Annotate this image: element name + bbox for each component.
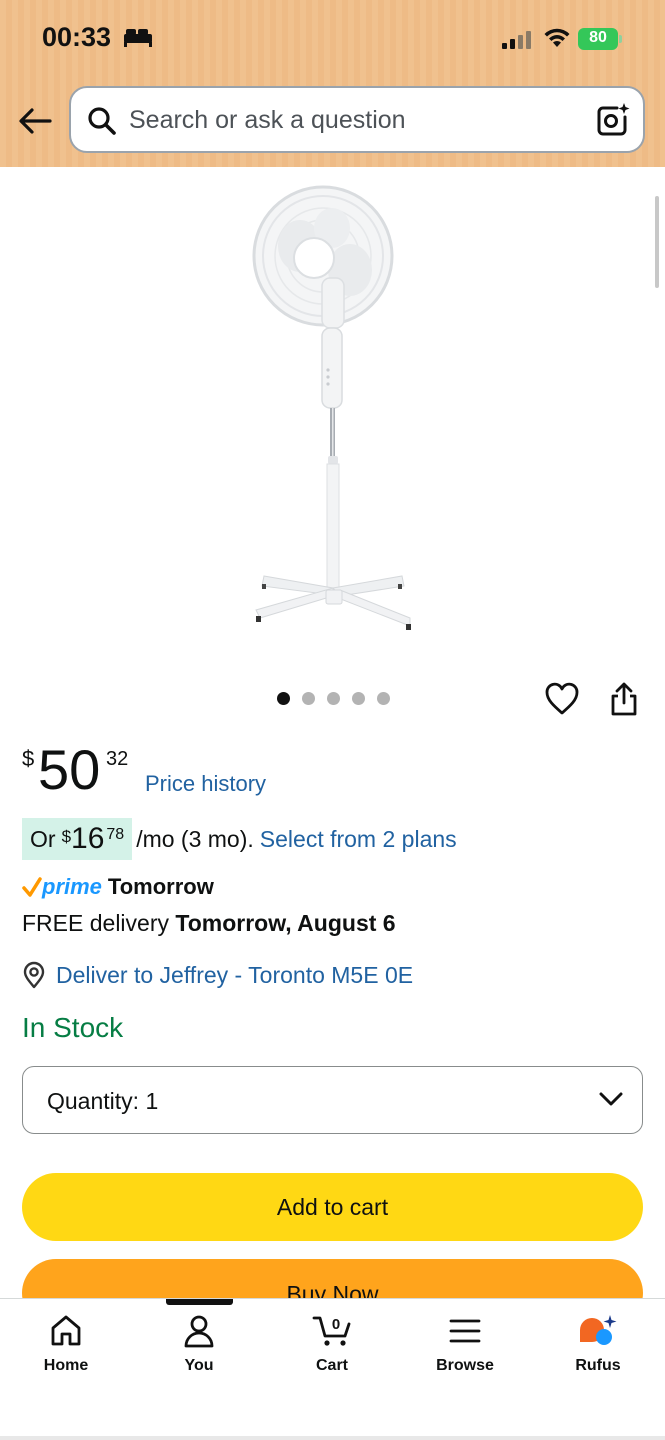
prime-delivery: prime Tomorrow	[22, 872, 214, 902]
pagination-dot-3[interactable]	[327, 692, 340, 705]
add-to-cart-button[interactable]: Add to cart	[22, 1173, 643, 1241]
search-input[interactable]	[129, 102, 569, 138]
installment-badge: Or $ 16 78	[22, 818, 133, 860]
installment-fraction: 78	[106, 826, 125, 843]
home-icon	[51, 1315, 81, 1346]
camera-search-icon[interactable]	[595, 102, 631, 138]
delivery-date: Tomorrow, August 6	[175, 910, 396, 936]
nav-label-rufus: Rufus	[575, 1357, 621, 1374]
quantity-value: 1	[145, 1088, 159, 1114]
quantity-select[interactable]: Quantity: 1	[22, 1066, 643, 1134]
active-tab-indicator	[166, 1299, 233, 1305]
prime-check-icon	[22, 877, 42, 897]
installment-or: Or	[30, 825, 56, 852]
nav-browse[interactable]: Browse	[410, 1313, 520, 1383]
cart-icon: 0	[312, 1316, 351, 1346]
nav-cart[interactable]: 0 Cart	[277, 1313, 387, 1383]
pagination-dot-4[interactable]	[352, 692, 365, 705]
quantity-label: Quantity: 1	[47, 1088, 158, 1115]
select-plans-link[interactable]: Select from 2 plans	[260, 826, 457, 853]
person-icon	[184, 1315, 214, 1348]
price-fraction: 32	[106, 748, 129, 770]
nav-you[interactable]: You	[144, 1313, 254, 1383]
heart-icon[interactable]	[544, 681, 580, 717]
nav-home[interactable]: Home	[11, 1313, 121, 1383]
stock-status: In Stock	[22, 1012, 124, 1043]
quantity-label-text: Quantity:	[47, 1088, 140, 1114]
prime-logo: prime	[42, 874, 102, 899]
app-header: 00:33 80	[0, 0, 665, 167]
rufus-icon	[580, 1315, 617, 1345]
share-icon[interactable]	[607, 681, 641, 717]
cellular-signal-icon	[502, 31, 531, 49]
nav-label-you: You	[184, 1357, 214, 1374]
installment-currency-symbol: $	[61, 827, 72, 846]
battery-level: 80	[589, 29, 607, 46]
price-currency-symbol: $	[22, 746, 35, 771]
location-pin-icon	[23, 961, 45, 989]
price-whole: 50	[38, 738, 101, 801]
pagination-dot-2[interactable]	[302, 692, 315, 705]
nav-label-browse: Browse	[436, 1357, 494, 1374]
nav-label-home: Home	[43, 1357, 89, 1374]
wifi-icon	[544, 28, 570, 47]
prime-delivery-day: Tomorrow	[107, 874, 214, 899]
price-history-link[interactable]: Price history	[145, 771, 266, 797]
status-time: 00:33	[42, 22, 112, 52]
delivery-info: FREE delivery Tomorrow, August 6	[22, 910, 396, 937]
bottom-navigation: Home You 0 Cart Browse Rufus	[0, 1298, 665, 1440]
installment-whole: 16	[71, 822, 105, 855]
search-bar[interactable]	[69, 86, 645, 153]
battery-indicator: 80	[578, 28, 622, 50]
back-arrow-icon[interactable]	[16, 103, 54, 139]
delivery-prefix: FREE delivery	[22, 910, 169, 936]
image-pagination	[277, 692, 390, 706]
nav-label-cart: Cart	[315, 1357, 348, 1374]
pagination-dot-5[interactable]	[377, 692, 390, 705]
chevron-down-icon	[599, 1092, 623, 1106]
deliver-to-link[interactable]: Deliver to Jeffrey - Toronto M5E 0E	[22, 958, 413, 992]
installment-term: /mo (3 mo).	[136, 825, 254, 852]
nav-rufus[interactable]: Rufus	[543, 1313, 653, 1383]
pagination-dot-1[interactable]	[277, 692, 290, 705]
sleep-focus-icon	[124, 29, 152, 47]
menu-icon	[449, 1319, 481, 1343]
page-scrollbar[interactable]	[655, 196, 659, 288]
deliver-to-address[interactable]: Deliver to Jeffrey - Toronto M5E 0E	[56, 962, 413, 989]
home-indicator	[0, 1436, 665, 1440]
installment-offer: Or $ 16 78 /mo (3 mo). Select from 2 pla…	[22, 818, 457, 860]
cart-count: 0	[332, 1316, 340, 1333]
product-image-fan[interactable]	[240, 178, 430, 638]
search-icon	[88, 107, 116, 135]
